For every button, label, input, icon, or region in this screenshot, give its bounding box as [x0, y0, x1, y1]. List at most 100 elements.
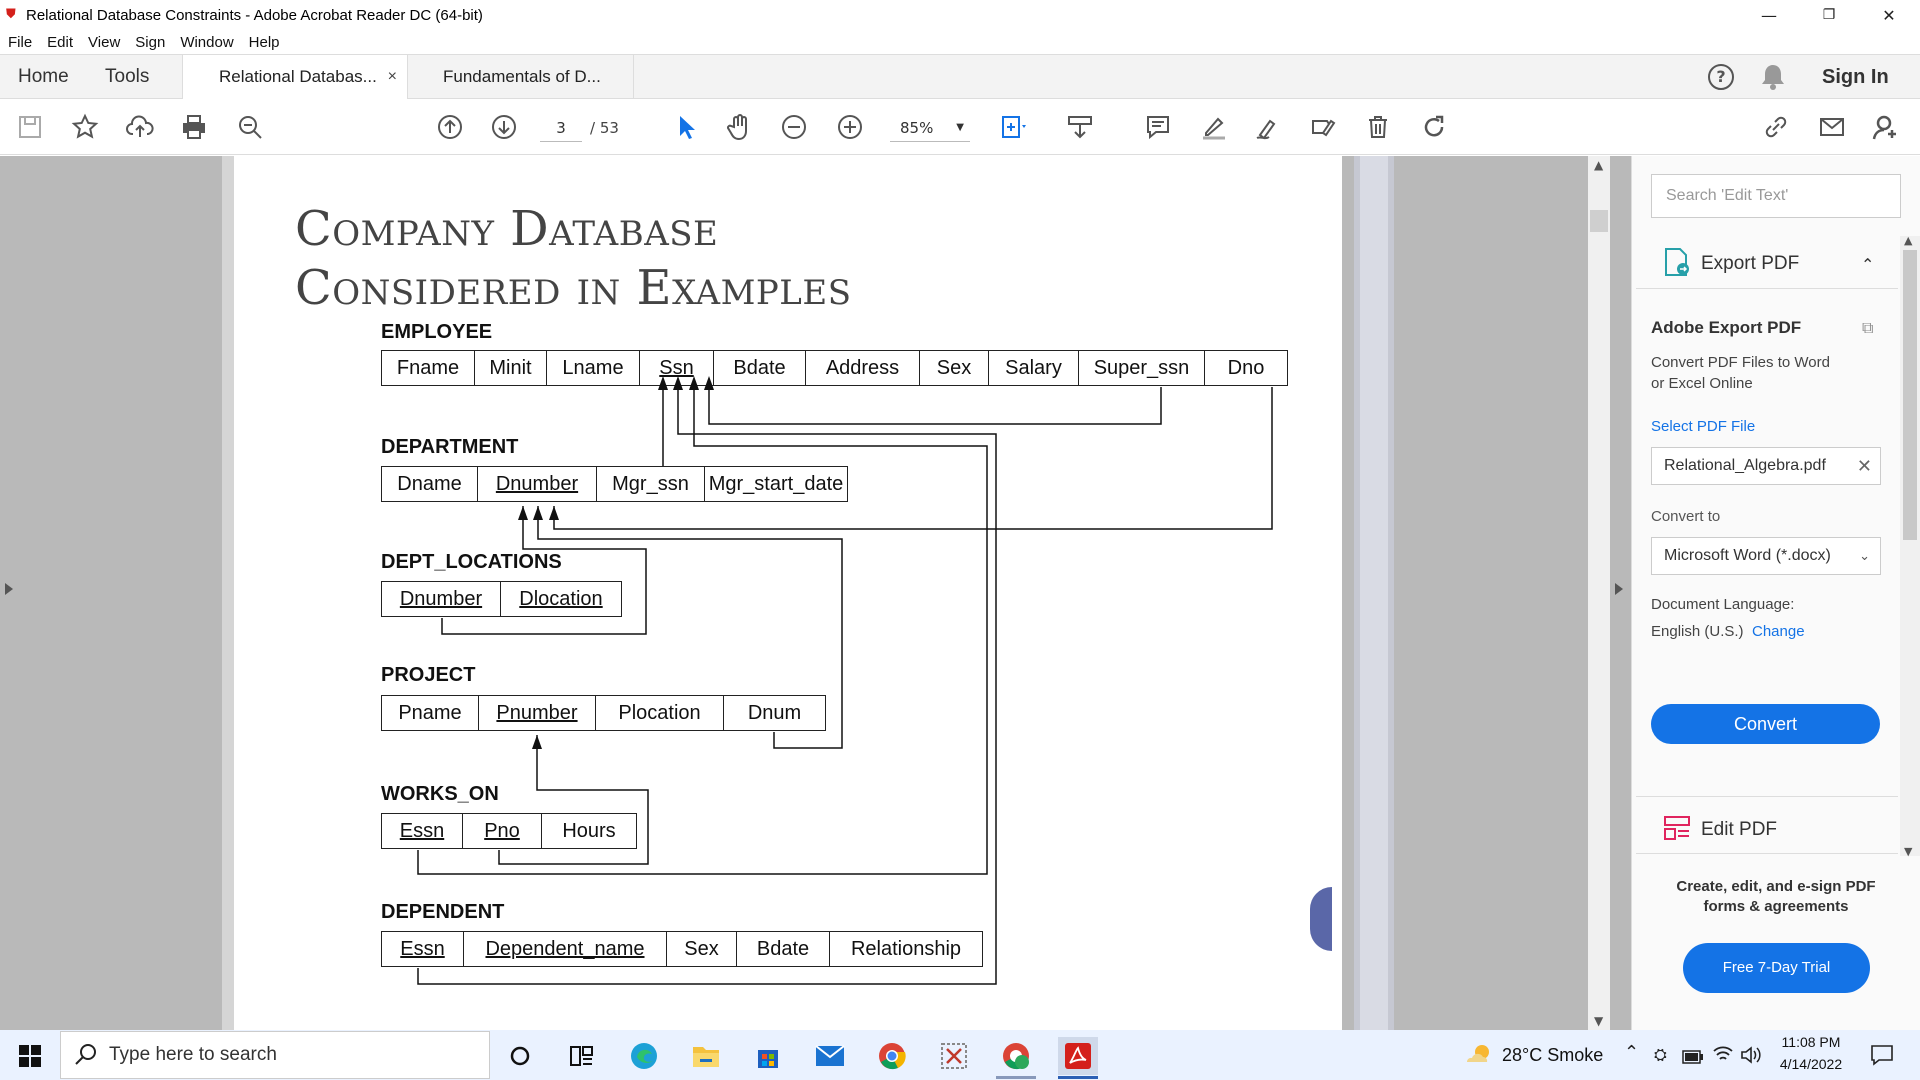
microsoft-store-icon[interactable] [748, 1037, 788, 1075]
chrome-icon[interactable] [872, 1037, 912, 1075]
highlight-pen-icon[interactable] [1198, 111, 1230, 143]
next-page-icon[interactable] [488, 111, 520, 143]
free-trial-button[interactable]: Free 7-Day Trial [1683, 943, 1870, 993]
search-edit-text-input[interactable]: Search 'Edit Text' [1651, 174, 1901, 218]
scroll-down-icon[interactable]: ▼ [1594, 1014, 1603, 1028]
fit-page-icon[interactable] [996, 111, 1028, 143]
star-icon[interactable] [69, 111, 101, 143]
share-link-icon[interactable] [1760, 111, 1792, 143]
menu-help[interactable]: Help [249, 34, 280, 51]
attr-ssn-pk: Ssn [640, 351, 714, 385]
relation-works-on-label: WORKS_ON [381, 783, 499, 805]
right-panel-toggle-icon[interactable] [1615, 583, 1623, 595]
page-edge [1354, 156, 1394, 1030]
scroll-down-icon[interactable]: ▼ [1904, 845, 1912, 858]
document-scrollbar[interactable]: ▲ ▼ [1588, 156, 1610, 1030]
menu-edit[interactable]: Edit [47, 34, 73, 51]
attr-dependent-name-pk: Dependent_name [464, 932, 667, 966]
wifi-icon[interactable] [1712, 1044, 1734, 1068]
mail-icon[interactable] [810, 1037, 850, 1075]
zoom-out-icon[interactable] [778, 111, 810, 143]
format-select[interactable]: Microsoft Word (*.docx) ⌄ [1651, 537, 1881, 575]
attr-dname: Dname [382, 467, 478, 501]
scroll-up-icon[interactable]: ▲ [1594, 158, 1603, 172]
menu-view[interactable]: View [88, 34, 120, 51]
scroll-up-icon[interactable]: ▲ [1904, 234, 1912, 247]
scroll-thumb[interactable] [1903, 250, 1917, 540]
left-panel-toggle-icon[interactable] [5, 583, 13, 595]
overlay-side-handle[interactable] [1310, 887, 1332, 951]
save-icon[interactable] [14, 111, 46, 143]
chevron-up-icon[interactable]: ⌃ [1861, 255, 1874, 274]
hand-tool-icon[interactable] [724, 111, 756, 143]
fill-sign-icon[interactable] [1307, 111, 1339, 143]
sign-in-link[interactable]: Sign In [1822, 55, 1889, 99]
zoom-in-icon[interactable] [834, 111, 866, 143]
previous-page-icon[interactable] [434, 111, 466, 143]
change-language-link[interactable]: Change [1752, 623, 1805, 640]
bell-icon[interactable] [1760, 63, 1786, 95]
minimize-button[interactable]: — [1742, 0, 1796, 30]
remove-file-icon[interactable]: ✕ [1857, 448, 1872, 484]
clock-date[interactable]: 4/14/2022 [1776, 1056, 1846, 1072]
document-language-label: Document Language: [1651, 596, 1795, 613]
comment-icon[interactable] [1142, 111, 1174, 143]
help-icon[interactable]: ? [1708, 64, 1734, 90]
menu-file[interactable]: File [8, 34, 32, 51]
page-number-input[interactable]: 3 [540, 116, 582, 142]
email-icon[interactable] [1816, 111, 1848, 143]
export-pdf-header[interactable]: Export PDF ⌃ [1651, 244, 1891, 284]
home-tab[interactable]: Home [18, 55, 69, 99]
notifications-icon[interactable] [1870, 1043, 1894, 1071]
format-value: Microsoft Word (*.docx) [1664, 547, 1831, 564]
attr-dlocation-pk: Dlocation [501, 582, 621, 616]
edge-browser-icon[interactable] [624, 1037, 664, 1075]
tab-fundamentals[interactable]: Fundamentals of D... [408, 55, 634, 100]
volume-icon[interactable] [1740, 1045, 1762, 1069]
add-user-icon[interactable] [1870, 111, 1902, 143]
zoom-search-icon[interactable] [234, 111, 266, 143]
menu-window[interactable]: Window [180, 34, 233, 51]
attr-dnumber: Dnumber [495, 473, 579, 495]
windows-start-icon[interactable] [10, 1037, 50, 1075]
clock-time[interactable]: 11:08 PM [1780, 1034, 1842, 1050]
close-button[interactable]: ✕ [1862, 0, 1916, 30]
print-icon[interactable] [178, 111, 210, 143]
edit-description-1: Create, edit, and e-sign PDF [1676, 878, 1876, 895]
meet-now-icon[interactable]: ⛭ [1654, 1045, 1667, 1065]
attr-pnumber: Pnumber [496, 702, 578, 724]
cortana-icon[interactable] [500, 1037, 540, 1075]
scrolling-mode-icon[interactable] [1064, 111, 1096, 143]
snipping-tool-icon[interactable] [934, 1037, 974, 1075]
attr-essn: Essn [400, 938, 445, 960]
attr-relationship: Relationship [850, 938, 962, 960]
chevron-up-icon[interactable]: ⌃ [1624, 1042, 1639, 1063]
edit-pdf-header[interactable]: Edit PDF [1651, 810, 1891, 850]
acrobat-reader-icon[interactable] [1058, 1037, 1098, 1075]
menu-sign[interactable]: Sign [135, 34, 165, 51]
close-tab-icon[interactable]: × [388, 55, 397, 99]
side-panel-scrollbar[interactable]: ▲ ▼ [1900, 234, 1920, 858]
title-bar: ⛊ Relational Database Constraints - Adob… [0, 0, 1920, 30]
task-view-icon[interactable] [562, 1037, 602, 1075]
upload-cloud-icon[interactable] [124, 111, 156, 143]
tab-relational-databases[interactable]: Relational Databas... × [182, 55, 408, 100]
taskbar-search-input[interactable]: Type here to search [60, 1031, 490, 1079]
convert-button[interactable]: Convert [1651, 704, 1880, 744]
rotate-icon[interactable] [1418, 111, 1450, 143]
restore-button[interactable]: ❐ [1802, 0, 1856, 30]
chrome-profile-icon[interactable] [996, 1037, 1036, 1075]
weather-text[interactable]: 28°C Smoke [1502, 1045, 1603, 1066]
attr-mgr-start-date: Mgr_start_date [708, 473, 844, 495]
tools-tab[interactable]: Tools [105, 55, 149, 99]
draw-freehand-icon[interactable] [1252, 111, 1284, 143]
file-explorer-icon[interactable] [686, 1037, 726, 1075]
active-app-indicator [1058, 1076, 1098, 1079]
zoom-dropdown[interactable]: 85% ▼ [890, 116, 970, 142]
delete-trash-icon[interactable] [1362, 111, 1394, 143]
select-pdf-file-link[interactable]: Select PDF File [1651, 418, 1755, 435]
scroll-thumb[interactable] [1590, 210, 1608, 232]
page-title: Company Database Considered in Examples [295, 200, 852, 318]
attr-essn-pk: Essn [382, 932, 464, 966]
select-pointer-icon[interactable] [670, 111, 702, 143]
